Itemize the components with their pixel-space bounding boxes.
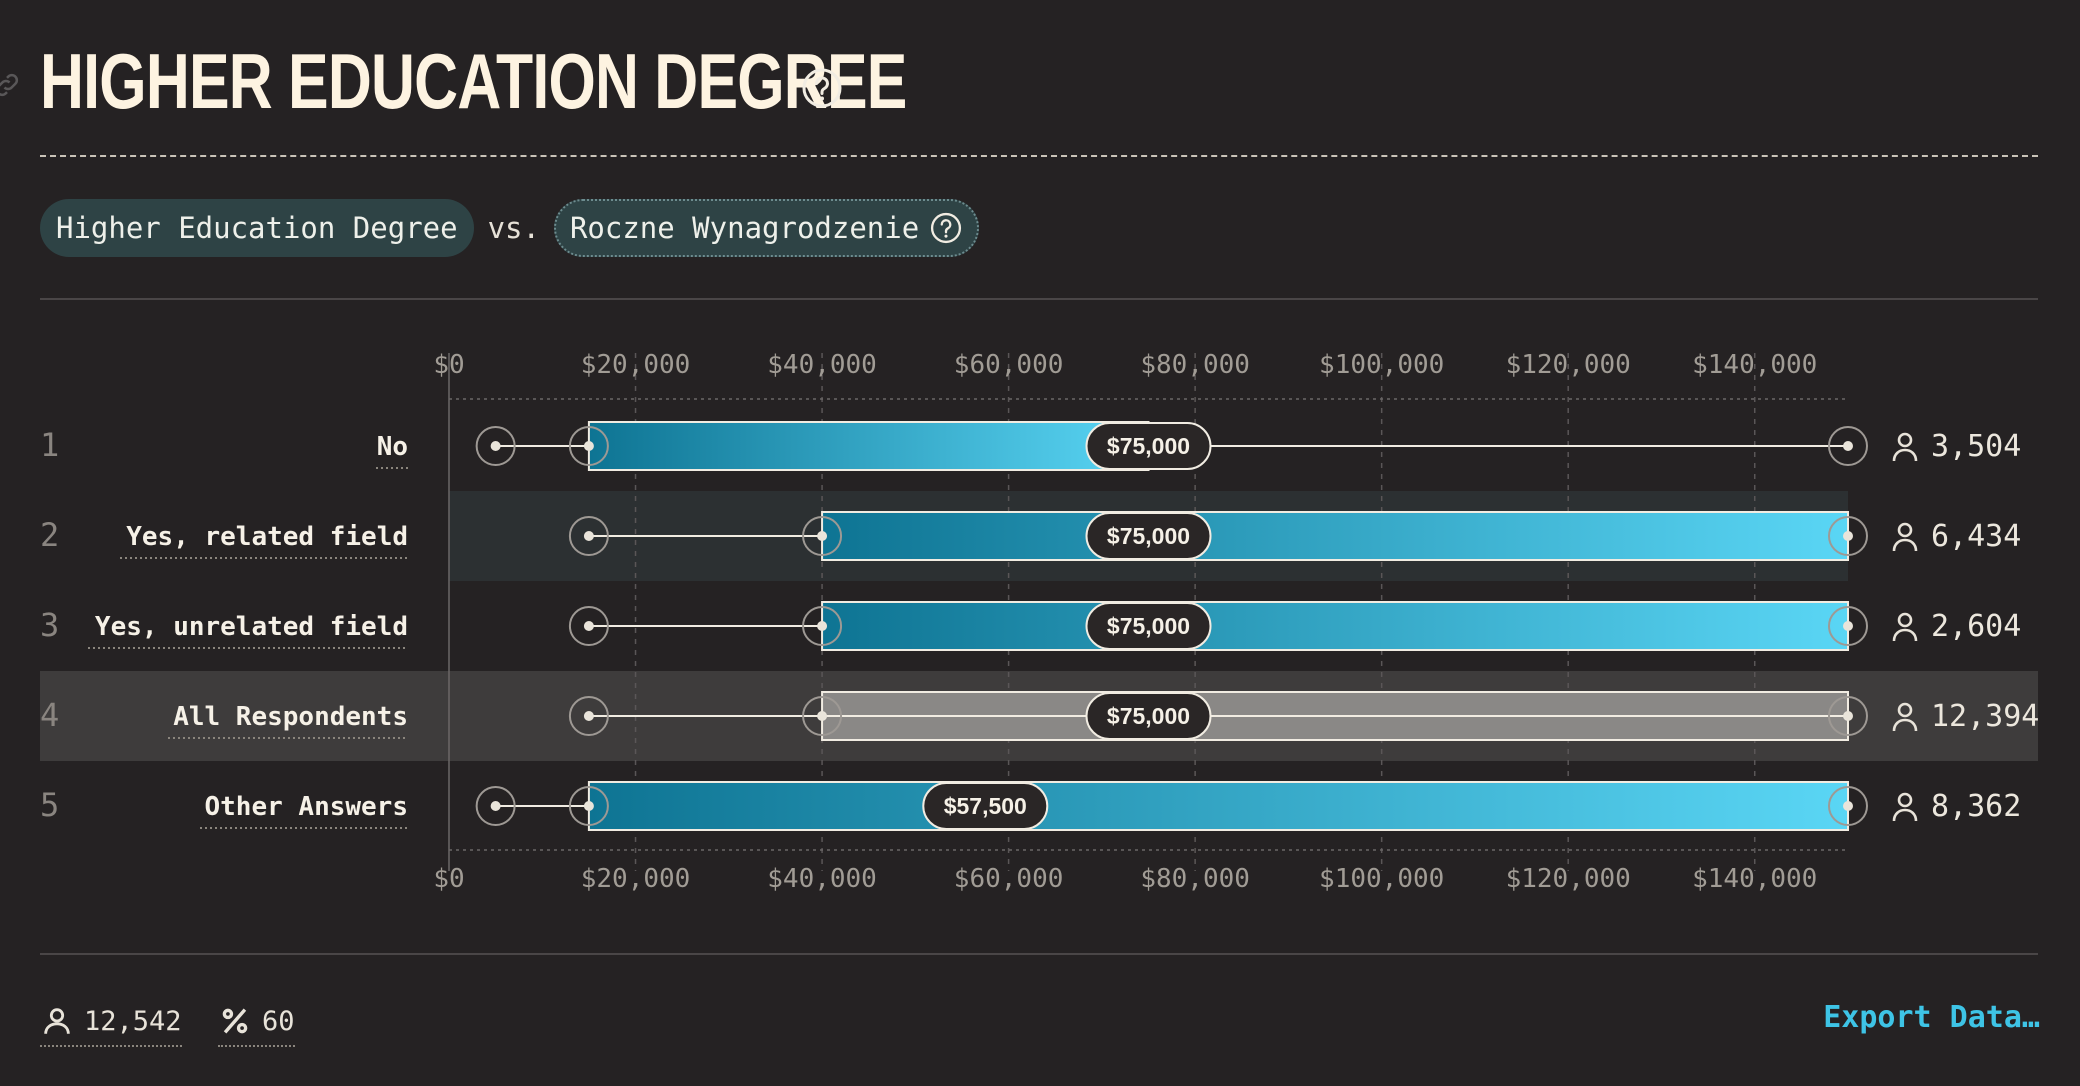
axis-tick-label-bottom: $120,000 (1506, 864, 1631, 894)
interquartile-bar[interactable] (821, 511, 1849, 561)
axis-tick-label-top: $40,000 (767, 350, 877, 380)
row-count: 8,362 (1931, 789, 2021, 824)
range-marker-dot-max (1843, 711, 1853, 721)
row-count: 6,434 (1931, 519, 2021, 554)
row-index: 3 (40, 606, 59, 644)
range-marker-dot-q1 (583, 801, 594, 811)
axis-tick-label-top: $120,000 (1506, 350, 1631, 380)
person-icon (44, 1008, 70, 1034)
export-data-link[interactable]: Export Data… (1823, 1000, 2040, 1035)
range-marker-dot-q1 (817, 621, 828, 631)
axis-tick-label-top: $100,000 (1319, 350, 1444, 380)
range-marker-dot-min (490, 801, 501, 811)
row-index: 5 (40, 786, 59, 824)
axis-tick-label-top: $60,000 (954, 350, 1064, 380)
median-label: $75,000 (1107, 433, 1190, 459)
row-label[interactable]: No (377, 432, 408, 462)
row-label[interactable]: Yes, unrelated field (95, 612, 408, 642)
range-marker-dot-q1 (817, 711, 828, 721)
axis-tick-label-bottom: $60,000 (954, 864, 1064, 894)
person-icon (1892, 612, 1918, 642)
person-icon (1892, 432, 1918, 462)
axis-tick-label-top: $20,000 (581, 350, 691, 380)
interquartile-bar[interactable] (587, 781, 1849, 831)
median-label: $75,000 (1107, 613, 1190, 639)
percent-icon (222, 1008, 248, 1034)
percent-stat: 60 (218, 1001, 295, 1047)
row-label[interactable]: All Respondents (173, 702, 408, 732)
interquartile-bar[interactable] (587, 421, 1150, 471)
range-marker-dot-q1 (817, 531, 828, 541)
axis-tick-label-bottom: $100,000 (1319, 864, 1444, 894)
axis-tick-label-bottom: $140,000 (1692, 864, 1817, 894)
percent-stat-value: 60 (262, 1005, 295, 1037)
range-marker-dot-min (583, 531, 594, 541)
median-label: $57,500 (944, 793, 1027, 819)
range-marker-dot-min (490, 441, 501, 451)
range-marker-dot-max (1843, 801, 1853, 811)
salary-range-chart: $0 $0 $20,000 $20,000 $40,000 $40,000 $60,000 $… (40, 350, 2039, 894)
axis-tick-label-bottom: $40,000 (767, 864, 877, 894)
range-marker-dot-min (583, 621, 594, 631)
row-index: 1 (40, 426, 59, 464)
row-count: 12,394 (1931, 699, 2039, 734)
respondents-total-value: 12,542 (84, 1005, 182, 1037)
axis-tick-label-top: $0 (433, 350, 464, 380)
row-index: 4 (40, 696, 59, 734)
respondents-total: 12,542 (40, 1001, 182, 1047)
row-count: 3,504 (1931, 429, 2021, 464)
median-label: $75,000 (1107, 523, 1190, 549)
row-label[interactable]: Yes, related field (126, 522, 408, 552)
row-count: 2,604 (1931, 609, 2021, 644)
range-marker-dot-max (1843, 441, 1853, 451)
person-icon (1892, 792, 1918, 822)
axis-tick-label-top: $80,000 (1140, 350, 1250, 380)
row-label[interactable]: Other Answers (205, 792, 409, 822)
median-label: $75,000 (1107, 703, 1190, 729)
interquartile-bar[interactable] (821, 601, 1849, 651)
person-icon (1892, 522, 1918, 552)
range-marker-dot-max (1843, 621, 1853, 631)
range-marker-dot-q1 (583, 441, 594, 451)
range-marker-dot-min (583, 711, 594, 721)
axis-tick-label-top: $140,000 (1692, 350, 1817, 380)
range-marker-dot-max (1843, 531, 1853, 541)
axis-tick-label-bottom: $0 (433, 864, 464, 894)
axis-tick-label-bottom: $80,000 (1140, 864, 1250, 894)
footer-divider (40, 953, 2038, 955)
axis-tick-label-bottom: $20,000 (581, 864, 691, 894)
row-index: 2 (40, 516, 59, 554)
